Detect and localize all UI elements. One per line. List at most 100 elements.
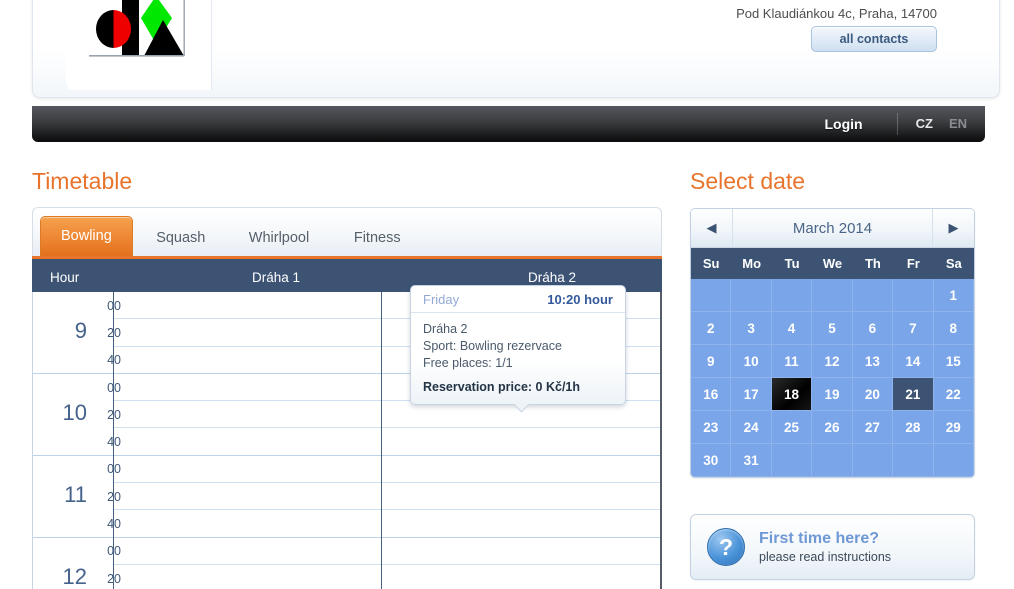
all-contacts-button[interactable]: all contacts [811, 26, 937, 52]
calendar-day-6[interactable]: 6 [852, 312, 894, 345]
timetable-tabs: Bowling Squash Whirlpool Fitness [32, 207, 662, 257]
lang-switch-en[interactable]: EN [941, 106, 975, 142]
minute-label: 00 [107, 462, 121, 477]
calendar-day-18[interactable]: 18 [771, 378, 813, 411]
calendar-day-1[interactable]: 1 [933, 279, 974, 312]
calendar-weekday-we: We [822, 256, 843, 271]
calendar-weekday-su: Su [702, 256, 720, 271]
calendar-day-27[interactable]: 27 [852, 411, 894, 444]
logo-container[interactable] [66, 0, 212, 90]
calendar-empty-cell: . [691, 279, 732, 312]
lane-column-divider [381, 292, 382, 589]
first-time-title: First time here? [759, 529, 880, 547]
tooltip-price: Reservation price: 0 Kč/1h [423, 380, 581, 394]
main-navbar: Login CZ EN [32, 106, 985, 142]
question-mark-icon: ? [707, 528, 745, 566]
date-picker: ◀ March 2014 ▶ SuMoTuWeThFrSa ......1234… [690, 208, 975, 478]
timetable-row[interactable]: 40 [33, 510, 660, 538]
calendar-day-30[interactable]: 30 [691, 444, 732, 477]
calendar-day-13[interactable]: 13 [852, 345, 894, 378]
hour-column-divider [113, 292, 114, 589]
first-time-text: First time here? please read instruction… [759, 529, 891, 566]
tab-squash[interactable]: Squash [135, 219, 227, 257]
calendar-weekday-header: Su Mo Tu We Th Fr Sa [691, 248, 974, 279]
tooltip-hour: 10:20 hour [547, 291, 613, 307]
calendar-empty-cell: . [731, 279, 772, 312]
calendar-day-15[interactable]: 15 [933, 345, 974, 378]
calendar-empty-cell: . [852, 444, 894, 477]
timetable-row[interactable]: 20 [33, 401, 660, 429]
calendar-day-2[interactable]: 2 [691, 312, 732, 345]
hour-label: 12 [62, 563, 87, 589]
chevron-right-icon[interactable]: ▶ [932, 209, 974, 247]
login-button[interactable]: Login [790, 106, 896, 142]
calendar-empty-cell: . [852, 279, 894, 312]
calendar-day-16[interactable]: 16 [691, 378, 732, 411]
tooltip-sport: Sport: Bowling rezervace [423, 339, 562, 353]
first-time-help-box[interactable]: ? First time here? please read instructi… [690, 514, 975, 580]
calendar-day-5[interactable]: 5 [812, 312, 853, 345]
calendar-weekday-fr: Fr [906, 256, 920, 271]
column-header-lane-2: Dráha 2 [527, 270, 577, 285]
calendar-day-12[interactable]: 12 [812, 345, 853, 378]
timetable-row[interactable]: 00 [33, 456, 660, 484]
calendar-day-23[interactable]: 23 [691, 411, 732, 444]
calendar-weekday-mo: Mo [742, 256, 762, 271]
minute-label: 40 [107, 435, 121, 450]
tab-fitness[interactable]: Fitness [331, 219, 423, 257]
calendar-day-14[interactable]: 14 [893, 345, 934, 378]
calendar-day-8[interactable]: 8 [933, 312, 974, 345]
calendar-empty-cell: . [771, 444, 813, 477]
minute-label: 40 [107, 353, 121, 368]
minute-label: 40 [107, 517, 121, 532]
calendar-day-21[interactable]: 21 [893, 378, 934, 411]
calendar-day-24[interactable]: 24 [731, 411, 772, 444]
calendar-weekday-tu: Tu [784, 256, 800, 271]
timetable-row[interactable]: 20 [33, 565, 660, 589]
calendar-day-31[interactable]: 31 [731, 444, 772, 477]
page-root: Pod Klaudiánkou 4c, Praha, 14700 all con… [0, 0, 1014, 589]
calendar-weekday-sa: Sa [945, 256, 962, 271]
tab-whirlpool[interactable]: Whirlpool [229, 219, 329, 257]
minute-label: 20 [107, 489, 121, 504]
calendar-title: March 2014 [792, 219, 873, 237]
select-date-heading: Select date [690, 168, 806, 194]
calendar-empty-cell: . [812, 279, 853, 312]
timetable-heading: Timetable [32, 168, 133, 194]
minute-label: 20 [107, 571, 121, 586]
calendar-weekday-th: Th [864, 256, 881, 271]
calendar-day-29[interactable]: 29 [933, 411, 974, 444]
calendar-day-9[interactable]: 9 [691, 345, 732, 378]
timetable-row[interactable]: 00 [33, 538, 660, 565]
lang-switch-cz[interactable]: CZ [908, 106, 941, 142]
calendar-day-26[interactable]: 26 [812, 411, 853, 444]
calendar-empty-cell: . [893, 444, 934, 477]
chevron-left-icon[interactable]: ◀ [691, 209, 733, 247]
calendar-empty-cell: . [893, 279, 934, 312]
reservation-tooltip: Friday 10:20 hour Dráha 2 Sport: Bowling… [410, 285, 626, 405]
calendar-day-17[interactable]: 17 [731, 378, 772, 411]
calendar-day-25[interactable]: 25 [771, 411, 813, 444]
calendar-day-20[interactable]: 20 [852, 378, 894, 411]
hour-label: 10 [62, 399, 87, 425]
calendar-day-28[interactable]: 28 [893, 411, 934, 444]
tab-bowling[interactable]: Bowling [40, 216, 133, 257]
calendar-day-22[interactable]: 22 [933, 378, 974, 411]
calendar-day-11[interactable]: 11 [771, 345, 813, 378]
tooltip-arrow-icon [511, 404, 531, 414]
first-time-subtitle: please read instructions [759, 549, 892, 564]
minute-label: 00 [107, 380, 121, 395]
timetable-row[interactable]: 20 [33, 483, 660, 511]
calendar-day-10[interactable]: 10 [731, 345, 772, 378]
timetable-row[interactable]: 40 [33, 428, 660, 456]
minute-label: 20 [107, 407, 121, 422]
calendar-day-3[interactable]: 3 [731, 312, 772, 345]
tabs-row: Bowling Squash Whirlpool Fitness [33, 208, 425, 257]
contact-address: Pod Klaudiánkou 4c, Praha, 14700 [736, 6, 937, 21]
calendar-day-7[interactable]: 7 [893, 312, 934, 345]
calendar-empty-cell: . [771, 279, 813, 312]
column-header-hour: Hour [50, 270, 80, 285]
calendar-empty-cell: . [812, 444, 853, 477]
calendar-day-19[interactable]: 19 [812, 378, 853, 411]
calendar-day-4[interactable]: 4 [771, 312, 813, 345]
